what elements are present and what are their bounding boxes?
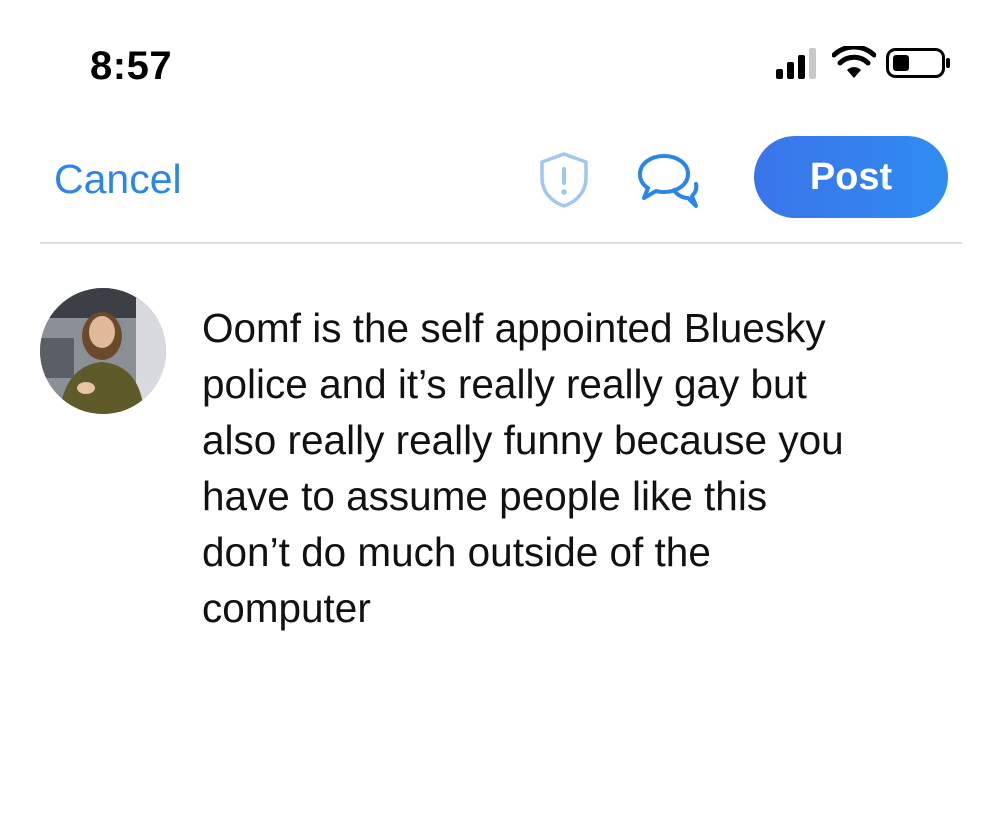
shield-alert-icon — [540, 152, 588, 208]
chat-bubbles-icon — [638, 154, 699, 208]
wifi-icon — [832, 46, 876, 78]
status-time: 8:57 — [90, 44, 173, 88]
header-divider — [40, 242, 962, 244]
cellular-signal-icon — [776, 48, 816, 79]
battery-icon — [886, 48, 950, 78]
avatar-photo — [40, 288, 166, 414]
compose-header: Cancel Post — [0, 120, 1000, 240]
compose-screen: 8:57 Cancel Post Oomf is the self appoin… — [0, 0, 1000, 829]
cancel-button[interactable]: Cancel — [54, 156, 182, 203]
thread-settings-button[interactable] — [634, 150, 700, 212]
content-warning-button[interactable] — [536, 150, 592, 210]
avatar[interactable] — [40, 288, 166, 414]
status-bar: 8:57 — [0, 0, 1000, 110]
post-text-input[interactable]: Oomf is the self appointed Bluesky polic… — [202, 300, 972, 636]
post-button[interactable]: Post — [754, 136, 948, 218]
